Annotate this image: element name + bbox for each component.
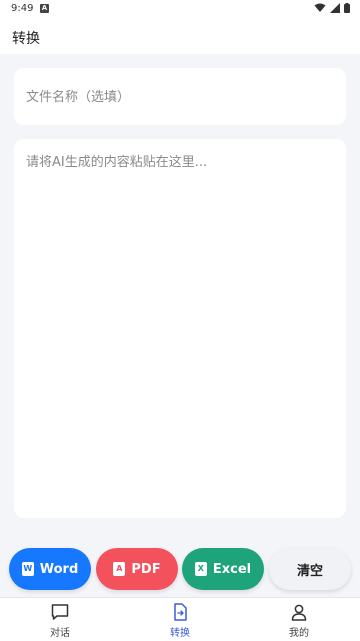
nav-item-chat[interactable]: 对话 <box>20 602 100 640</box>
user-icon <box>291 604 307 621</box>
export-excel-button[interactable]: X Excel <box>182 548 264 590</box>
wifi-icon <box>314 3 326 12</box>
notification-icon: A <box>40 4 49 13</box>
content-card <box>14 139 346 518</box>
page-title: 转换 <box>12 31 40 47</box>
export-excel-label: Excel <box>212 561 252 577</box>
filename-card <box>14 68 346 125</box>
nav-item-convert[interactable]: 转换 <box>140 602 220 640</box>
content-textarea[interactable] <box>24 149 338 508</box>
status-bar: 9:49 A <box>0 0 360 18</box>
nav-label-me: 我的 <box>289 628 309 639</box>
export-word-label: Word <box>39 561 79 577</box>
status-time: 9:49 <box>11 3 34 14</box>
export-pdf-label: PDF <box>131 561 161 577</box>
battery-icon <box>344 3 350 13</box>
app-bar: 转换 <box>0 18 360 54</box>
filename-input[interactable] <box>24 86 328 108</box>
signal-icon <box>330 3 340 13</box>
status-icons <box>314 3 350 13</box>
document-convert-icon <box>174 603 187 621</box>
nav-label-convert: 转换 <box>170 628 190 639</box>
nav-label-chat: 对话 <box>50 628 70 639</box>
export-pdf-button[interactable]: A PDF <box>96 548 178 590</box>
export-word-button[interactable]: W Word <box>9 548 91 590</box>
nav-item-me[interactable]: 我的 <box>259 602 339 640</box>
word-file-icon: W <box>21 562 34 576</box>
bottom-nav: 对话 转换 我的 <box>0 597 360 641</box>
excel-file-icon: X <box>194 562 207 576</box>
chat-icon <box>51 604 69 620</box>
clear-button[interactable]: 清空 <box>269 548 351 590</box>
pdf-file-icon: A <box>113 562 126 576</box>
clear-label: 清空 <box>296 563 323 579</box>
